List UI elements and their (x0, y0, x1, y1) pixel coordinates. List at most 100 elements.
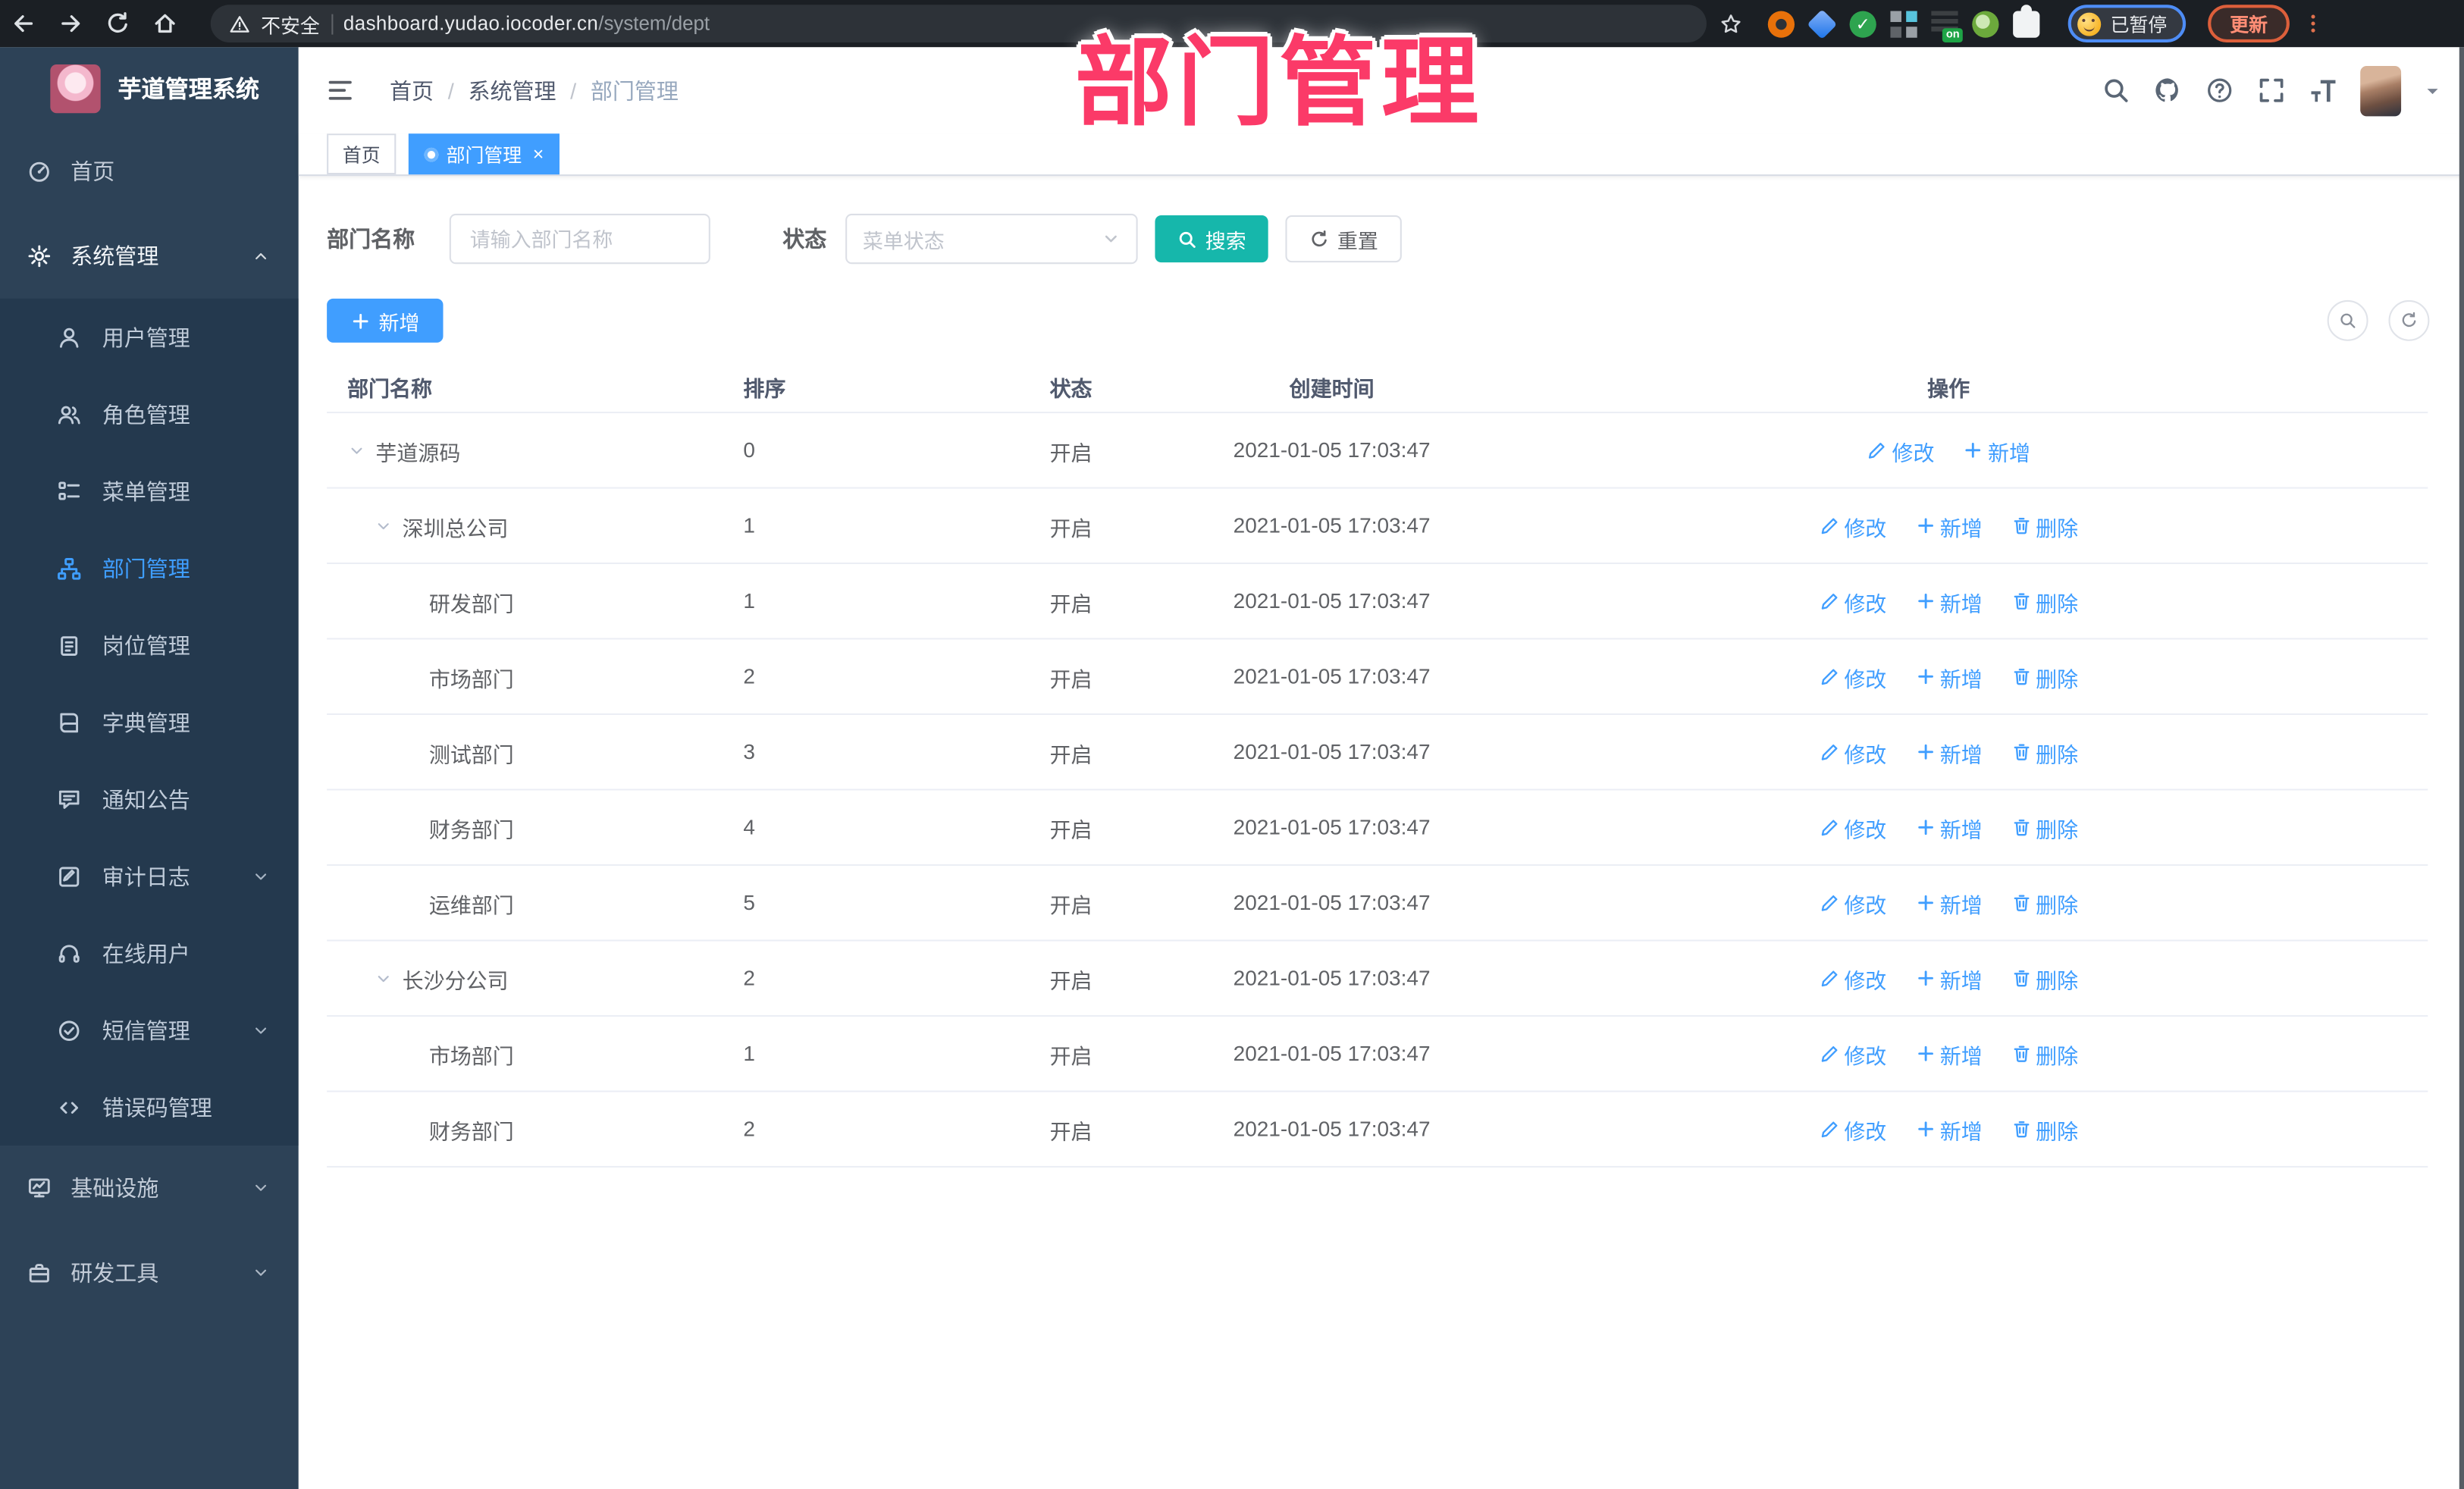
table-row[interactable]: 财务部门 2 开启 2021-01-05 17:03:47 修改 新增 删除 (327, 1092, 2428, 1168)
row-action-add[interactable]: 新增 (1915, 1038, 1983, 1069)
row-action-edit[interactable]: 修改 (1819, 887, 1886, 918)
sidebar-item-9[interactable]: 审计日志 (0, 838, 299, 915)
table-row[interactable]: 研发部门 1 开启 2021-01-05 17:03:47 修改 新增 删除 (327, 564, 2428, 640)
row-action-add[interactable]: 新增 (1915, 1114, 1983, 1145)
table-row[interactable]: 市场部门 1 开启 2021-01-05 17:03:47 修改 新增 删除 (327, 1017, 2428, 1092)
row-action-edit[interactable]: 修改 (1819, 1038, 1886, 1069)
indent-placeholder (401, 1118, 429, 1140)
row-action-add[interactable]: 新增 (1963, 434, 2030, 466)
table-row[interactable]: 芋道源码 0 开启 2021-01-05 17:03:47 修改 新增 (327, 413, 2428, 489)
reload-icon[interactable] (94, 3, 141, 44)
plus-icon (1915, 1119, 1936, 1139)
tab-1[interactable]: 部门管理 × (408, 133, 560, 175)
row-action-add[interactable]: 新增 (1915, 887, 1983, 918)
app-logo[interactable]: 芋道管理系统 (0, 47, 299, 129)
chevron-down-icon[interactable] (2423, 81, 2442, 100)
extension-check-icon[interactable]: ✓ (1849, 10, 1876, 37)
search-icon[interactable] (2101, 75, 2130, 105)
help-icon[interactable] (2205, 75, 2234, 105)
row-action-delete[interactable]: 删除 (2011, 736, 2078, 767)
expand-toggle-icon[interactable] (374, 515, 402, 537)
row-action-add[interactable]: 新增 (1915, 963, 1983, 994)
status-select[interactable]: 菜单状态 (845, 213, 1138, 265)
home-icon[interactable] (142, 3, 189, 44)
url-bar[interactable]: 不安全 dashboard.yudao.iocoder.cn/system/de… (210, 5, 1707, 42)
row-action-edit[interactable]: 修改 (1819, 585, 1886, 616)
user-avatar[interactable] (2360, 65, 2402, 116)
hide-search-button[interactable] (2327, 299, 2368, 341)
row-action-add[interactable]: 新增 (1915, 510, 1983, 541)
row-action-edit[interactable]: 修改 (1819, 812, 1886, 843)
table-row[interactable]: 长沙分公司 2 开启 2021-01-05 17:03:47 修改 新增 删除 (327, 941, 2428, 1017)
row-action-delete[interactable]: 删除 (2011, 887, 2078, 918)
sidebar-item-6[interactable]: 岗位管理 (0, 607, 299, 684)
extension-gem-icon[interactable] (1807, 8, 1838, 39)
breadcrumb-item[interactable]: 系统管理 (468, 74, 556, 105)
reset-button[interactable]: 重置 (1285, 215, 1402, 263)
fullscreen-icon[interactable] (2256, 75, 2286, 105)
row-action-delete[interactable]: 删除 (2011, 963, 2078, 994)
search-button[interactable]: 搜索 (1155, 215, 1268, 263)
sidebar-item-8[interactable]: 通知公告 (0, 760, 299, 838)
expand-toggle-icon[interactable] (374, 967, 402, 989)
row-action-add[interactable]: 新增 (1915, 812, 1983, 843)
row-action-add[interactable]: 新增 (1915, 585, 1983, 616)
breadcrumb-item[interactable]: 首页 (390, 74, 434, 105)
browser-menu-icon[interactable] (2303, 13, 2324, 35)
sidebar-item-12[interactable]: 错误码管理 (0, 1068, 299, 1146)
sidebar-item-11[interactable]: 短信管理 (0, 992, 299, 1069)
row-action-edit[interactable]: 修改 (1819, 963, 1886, 994)
table-row[interactable]: 财务部门 4 开启 2021-01-05 17:03:47 修改 新增 删除 (327, 790, 2428, 867)
extension-list-icon[interactable]: on (1931, 10, 1963, 42)
table-row[interactable]: 测试部门 3 开启 2021-01-05 17:03:47 修改 新增 删除 (327, 715, 2428, 791)
table-row[interactable]: 深圳总公司 1 开启 2021-01-05 17:03:47 修改 新增 删除 (327, 488, 2428, 565)
sidebar-item-4[interactable]: 菜单管理 (0, 453, 299, 530)
github-icon[interactable] (2153, 75, 2183, 105)
row-action-delete[interactable]: 删除 (2011, 812, 2078, 843)
sidebar-item-10[interactable]: 在线用户 (0, 914, 299, 992)
sidebar-item-7[interactable]: 字典管理 (0, 684, 299, 761)
sidebar-item-13[interactable]: 基础设施 (0, 1146, 299, 1230)
sidebar-item-3[interactable]: 角色管理 (0, 375, 299, 453)
font-size-icon[interactable] (2309, 75, 2338, 105)
row-action-edit[interactable]: 修改 (1867, 434, 1934, 466)
extension-grid-icon[interactable] (1890, 10, 1917, 37)
dept-name-input[interactable] (449, 213, 710, 265)
row-action-delete[interactable]: 删除 (2011, 510, 2078, 541)
row-action-edit[interactable]: 修改 (1819, 736, 1886, 767)
row-action-edit[interactable]: 修改 (1819, 661, 1886, 692)
sidebar-item-2[interactable]: 用户管理 (0, 299, 299, 376)
row-action-delete[interactable]: 删除 (2011, 585, 2078, 616)
forward-icon[interactable] (47, 3, 94, 44)
add-button[interactable]: 新增 (327, 298, 444, 343)
action-label: 修改 (1844, 742, 1887, 766)
refresh-table-button[interactable] (2388, 299, 2430, 341)
sidebar-item-0[interactable]: 首页 (0, 129, 299, 214)
extension-puzzle-icon[interactable] (2013, 4, 2040, 37)
sidebar-item-1[interactable]: 系统管理 (0, 214, 299, 299)
table-row[interactable]: 市场部门 2 开启 2021-01-05 17:03:47 修改 新增 删除 (327, 639, 2428, 716)
expand-toggle-icon[interactable] (347, 439, 375, 461)
extension-orange-icon[interactable] (1767, 10, 1795, 37)
row-action-delete[interactable]: 删除 (2011, 1038, 2078, 1069)
tab-0[interactable]: 首页 (327, 133, 397, 175)
sidebar-item-14[interactable]: 研发工具 (0, 1230, 299, 1315)
cell-sort: 0 (743, 438, 755, 462)
table-row[interactable]: 运维部门 5 开启 2021-01-05 17:03:47 修改 新增 删除 (327, 866, 2428, 942)
tab-close-icon[interactable]: × (533, 145, 544, 164)
browser-profile-chip[interactable]: 已暂停 (2067, 5, 2187, 42)
row-action-delete[interactable]: 删除 (2011, 1114, 2078, 1145)
dept-name-text: 财务部门 (428, 1119, 514, 1143)
sidebar-item-5[interactable]: 部门管理 (0, 529, 299, 607)
scrollbar[interactable] (2459, 47, 2464, 1489)
row-action-edit[interactable]: 修改 (1819, 1114, 1886, 1145)
row-action-add[interactable]: 新增 (1915, 736, 1983, 767)
extension-key-icon[interactable] (1972, 10, 1999, 37)
back-icon[interactable] (0, 3, 47, 44)
row-action-add[interactable]: 新增 (1915, 661, 1983, 692)
hamburger-icon[interactable] (325, 77, 353, 105)
browser-update-button[interactable]: 更新 (2208, 5, 2290, 42)
row-action-delete[interactable]: 删除 (2011, 661, 2078, 692)
bookmark-star-icon[interactable] (1719, 12, 1743, 36)
row-action-edit[interactable]: 修改 (1819, 510, 1886, 541)
